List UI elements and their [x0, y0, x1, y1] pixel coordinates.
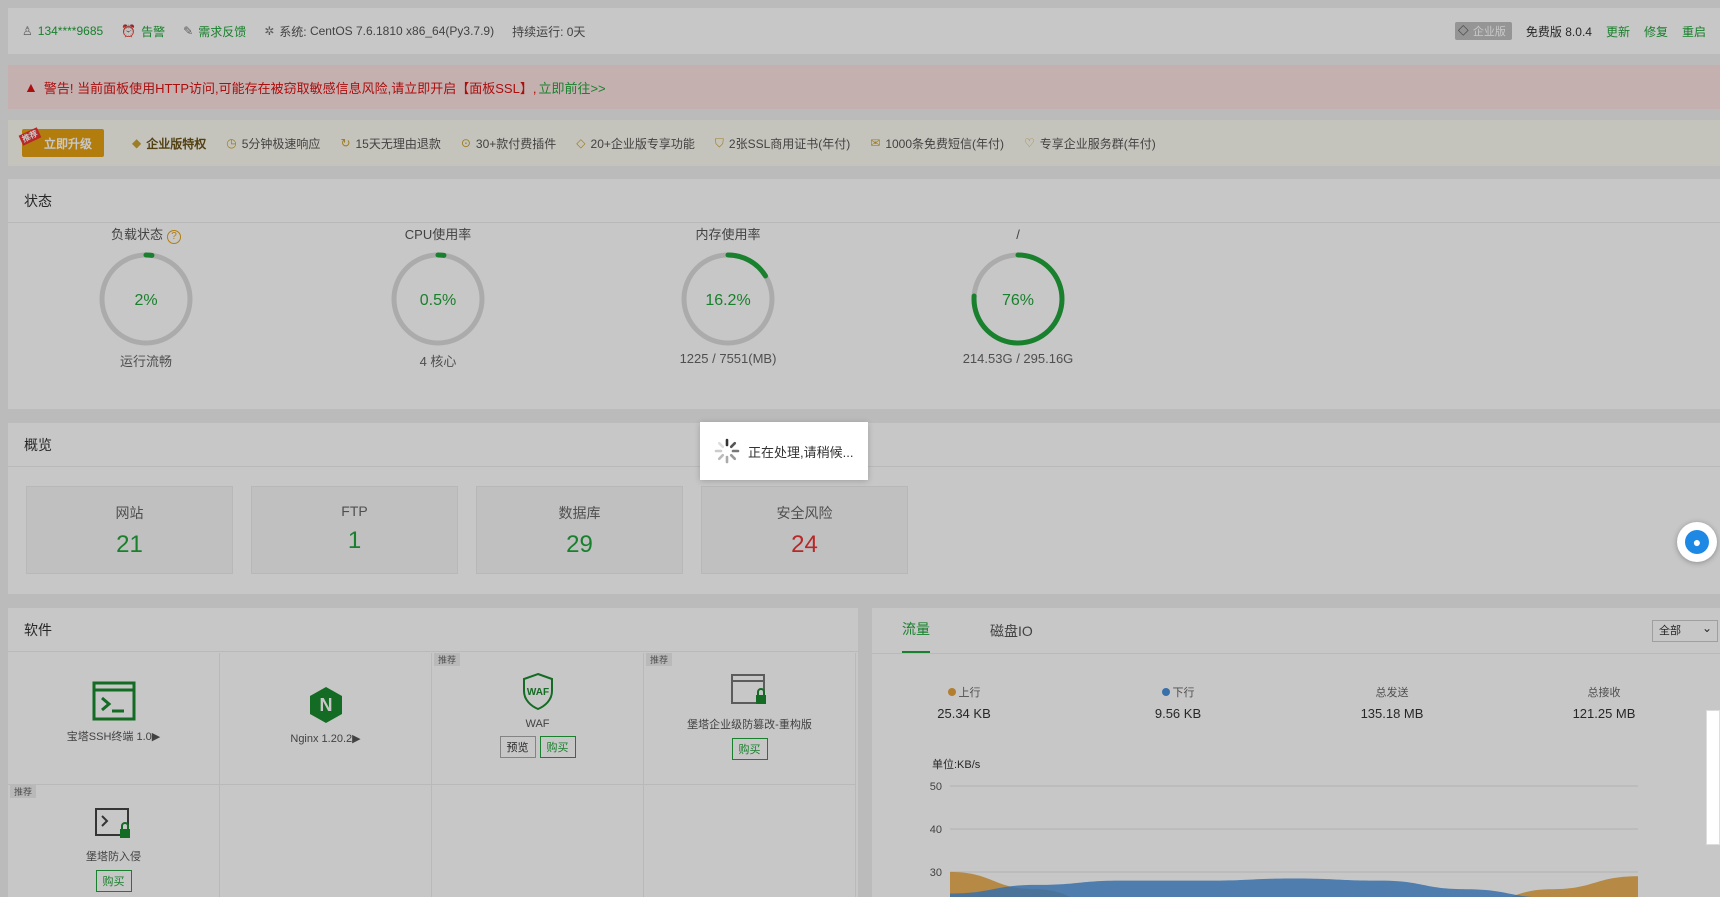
chat-icon: ● — [1685, 530, 1709, 554]
side-tool-strip[interactable] — [1706, 710, 1720, 845]
chat-float-button[interactable]: ● — [1677, 522, 1717, 562]
loading-text: 正在处理,请稍候... — [748, 444, 854, 460]
spinner-icon — [714, 438, 740, 464]
loading-dialog: 正在处理,请稍候... — [700, 422, 868, 480]
